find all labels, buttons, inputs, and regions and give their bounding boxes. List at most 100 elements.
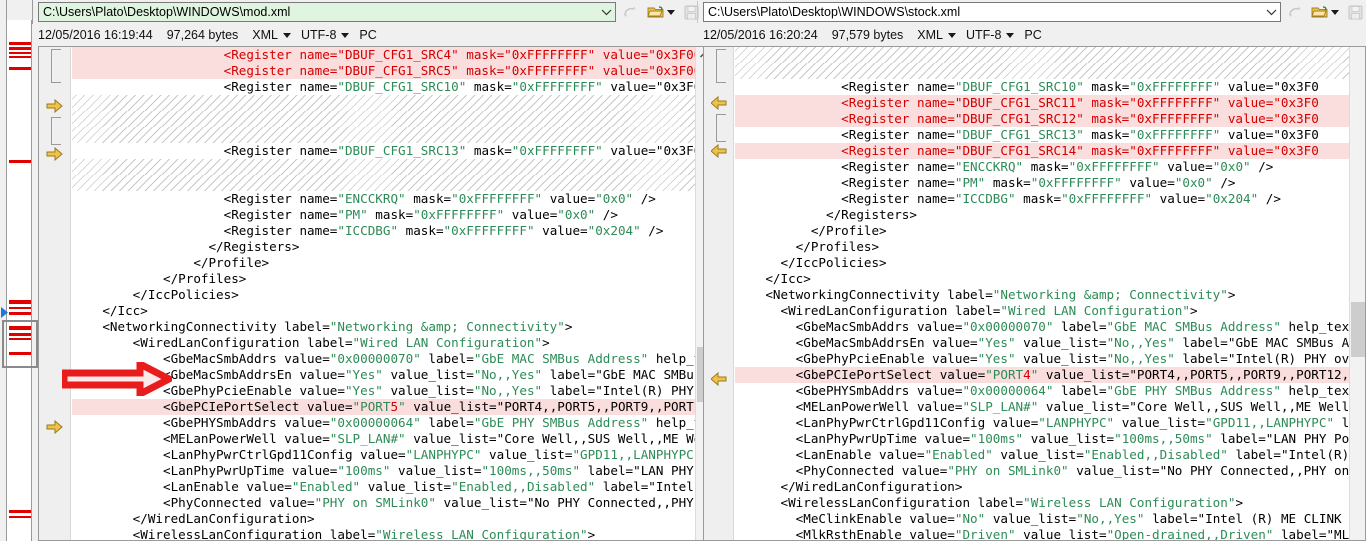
diff-overview-minimap[interactable] bbox=[2, 20, 38, 541]
code-line[interactable]: </WiredLanConfiguration> bbox=[72, 511, 711, 527]
chevron-down-icon[interactable] bbox=[598, 3, 615, 21]
left-diff-pane[interactable]: <Register name="DBUF_CFG1_SRC4" mask="0x… bbox=[38, 46, 712, 541]
code-line[interactable]: </WiredLanConfiguration> bbox=[735, 479, 1365, 495]
code-line[interactable]: <Register name="DBUF_CFG1_SRC12" mask="0… bbox=[735, 111, 1365, 127]
change-block-bracket-1 bbox=[716, 49, 726, 83]
right-file-path-combo[interactable]: C:\Users\Plato\Desktop\WINDOWS\stock.xml bbox=[703, 2, 1281, 22]
code-line[interactable]: </Profiles> bbox=[735, 239, 1365, 255]
divider bbox=[32, 0, 33, 24]
copy-change-arrow-3[interactable] bbox=[710, 371, 729, 387]
code-line[interactable]: <NetworkingConnectivity label="Networkin… bbox=[735, 287, 1365, 303]
missing-line-placeholder bbox=[72, 175, 711, 191]
code-line[interactable]: <Register name="DBUF_CFG1_SRC10" mask="0… bbox=[735, 79, 1365, 95]
right-scrollbar-thumb[interactable] bbox=[1351, 302, 1365, 357]
code-line[interactable]: <LanPhyPwrCtrlGpd11Config value="LANPHYP… bbox=[735, 415, 1365, 431]
code-line[interactable]: <GbeMacSmbAddrs value="0x00000070" label… bbox=[735, 319, 1365, 335]
code-line[interactable]: <LanEnable value="Enabled" value_list="E… bbox=[735, 447, 1365, 463]
left-save-icon[interactable] bbox=[681, 2, 701, 22]
code-line[interactable]: <LanPhyPwrUpTime value="100ms" value_lis… bbox=[735, 431, 1365, 447]
copy-change-arrow-3[interactable] bbox=[46, 419, 64, 435]
right-refresh-icon[interactable] bbox=[1285, 2, 1305, 22]
code-line[interactable]: <MlkRsthEnable value="Driven" value_list… bbox=[735, 527, 1365, 540]
code-line[interactable]: <LanEnable value="Enabled" value_list="E… bbox=[72, 479, 711, 495]
copy-change-arrow-1[interactable] bbox=[46, 98, 64, 114]
code-line[interactable]: <PhyConnected value="PHY on SMLink0" val… bbox=[72, 495, 711, 511]
code-line[interactable]: <LanPhyPwrUpTime value="100ms" value_lis… bbox=[72, 463, 711, 479]
right-code-area[interactable]: <Register name="DBUF_CFG1_SRC10" mask="0… bbox=[735, 47, 1365, 540]
code-line[interactable]: <Register name="DBUF_CFG1_SRC13" mask="0… bbox=[735, 127, 1365, 143]
right-file-format[interactable]: XML bbox=[917, 28, 956, 42]
minimap-diff-mark bbox=[9, 56, 31, 58]
right-save-icon[interactable] bbox=[1345, 2, 1365, 22]
code-line[interactable]: <Register name="PM" mask="0xFFFFFFFF" va… bbox=[72, 207, 711, 223]
right-open-dropdown-icon[interactable] bbox=[1328, 2, 1341, 22]
code-line[interactable]: <WirelessLanConfiguration label="Wireles… bbox=[735, 495, 1365, 511]
left-file-path-input[interactable]: C:\Users\Plato\Desktop\WINDOWS\mod.xml bbox=[39, 3, 598, 21]
code-line[interactable]: </IccPolicies> bbox=[72, 287, 711, 303]
code-line[interactable]: </Icc> bbox=[72, 303, 711, 319]
left-open-folder-icon[interactable] bbox=[646, 2, 666, 22]
code-line[interactable]: </Registers> bbox=[735, 207, 1365, 223]
chevron-down-icon[interactable] bbox=[283, 32, 291, 38]
chevron-down-icon[interactable] bbox=[341, 32, 350, 38]
left-file-format[interactable]: XML bbox=[252, 28, 291, 42]
left-refresh-icon[interactable] bbox=[620, 2, 640, 22]
code-line[interactable]: <Register name="DBUF_CFG1_SRC14" mask="0… bbox=[735, 143, 1365, 159]
code-line[interactable]: <GbeMacSmbAddrs value="0x00000070" label… bbox=[72, 351, 711, 367]
code-line[interactable]: </Profile> bbox=[735, 223, 1365, 239]
code-line[interactable]: <WiredLanConfiguration label="Wired LAN … bbox=[735, 303, 1365, 319]
left-file-encoding[interactable]: UTF-8 bbox=[301, 28, 350, 42]
code-line[interactable]: <Register name="ICCDBG" mask="0xFFFFFFFF… bbox=[72, 223, 711, 239]
code-line[interactable]: <GbeMacSmbAddrsEn value="Yes" value_list… bbox=[735, 335, 1365, 351]
code-line[interactable]: <Register name="DBUF_CFG1_SRC13" mask="0… bbox=[72, 143, 711, 159]
code-line[interactable]: <MeClinkEnable value="No" value_list="No… bbox=[735, 511, 1365, 527]
code-line[interactable]: <Register name="ENCCKRQ" mask="0xFFFFFFF… bbox=[72, 191, 711, 207]
code-line[interactable]: <MELanPowerWell value="SLP_LAN#" value_l… bbox=[72, 431, 711, 447]
code-line[interactable]: </IccPolicies> bbox=[735, 255, 1365, 271]
chevron-down-icon[interactable] bbox=[1006, 32, 1015, 38]
code-line[interactable]: <Register name="DBUF_CFG1_SRC5" mask="0x… bbox=[72, 63, 711, 79]
code-line[interactable]: <NetworkingConnectivity label="Networkin… bbox=[72, 319, 711, 335]
minimap-diff-mark bbox=[9, 160, 31, 163]
minimap-viewport-indicator[interactable] bbox=[2, 320, 38, 368]
copy-change-arrow-2[interactable] bbox=[710, 143, 729, 159]
right-file-path-input[interactable]: C:\Users\Plato\Desktop\WINDOWS\stock.xml bbox=[704, 3, 1263, 21]
left-gutter[interactable] bbox=[39, 47, 71, 540]
missing-line-placeholder bbox=[72, 127, 711, 143]
minimap-diff-mark bbox=[9, 510, 31, 513]
left-code-area[interactable]: <Register name="DBUF_CFG1_SRC4" mask="0x… bbox=[72, 47, 711, 540]
code-line[interactable]: <PhyConnected value="PHY on SMLink0" val… bbox=[735, 463, 1365, 479]
right-diff-pane[interactable]: <Register name="DBUF_CFG1_SRC10" mask="0… bbox=[703, 46, 1366, 541]
code-line[interactable]: <Register name="ENCCKRQ" mask="0xFFFFFFF… bbox=[735, 159, 1365, 175]
code-line[interactable]: <GbePCIePortSelect value="PORT4" value_l… bbox=[735, 367, 1365, 383]
code-line[interactable]: <GbePHYSmbAddrs value="0x00000064" label… bbox=[72, 415, 711, 431]
code-line[interactable]: <GbePhyPcieEnable value="Yes" value_list… bbox=[735, 351, 1365, 367]
code-line[interactable]: <WirelessLanConfiguration label="Wireles… bbox=[72, 527, 711, 540]
chevron-down-icon[interactable] bbox=[948, 32, 956, 38]
code-line[interactable]: </Icc> bbox=[735, 271, 1365, 287]
code-line[interactable]: <Register name="DBUF_CFG1_SRC11" mask="0… bbox=[735, 95, 1365, 111]
right-vertical-scrollbar[interactable] bbox=[1349, 47, 1365, 540]
code-line[interactable]: <Register name="PM" mask="0xFFFFFFFF" va… bbox=[735, 175, 1365, 191]
left-open-dropdown-icon[interactable] bbox=[664, 2, 677, 22]
code-line[interactable]: </Registers> bbox=[72, 239, 711, 255]
chevron-down-icon[interactable] bbox=[1263, 3, 1280, 21]
code-line[interactable]: </Profile> bbox=[72, 255, 711, 271]
code-line[interactable]: </Profiles> bbox=[72, 271, 711, 287]
code-line[interactable]: <Register name="ICCDBG" mask="0xFFFFFFFF… bbox=[735, 191, 1365, 207]
right-file-encoding[interactable]: UTF-8 bbox=[966, 28, 1015, 42]
code-line[interactable]: <GbePHYSmbAddrs value="0x00000064" label… bbox=[735, 383, 1365, 399]
code-line[interactable]: <MELanPowerWell value="SLP_LAN#" value_l… bbox=[735, 399, 1365, 415]
code-line[interactable]: <GbePhyPcieEnable value="Yes" value_list… bbox=[72, 383, 711, 399]
copy-change-arrow-1[interactable] bbox=[710, 95, 729, 111]
copy-change-arrow-2[interactable] bbox=[46, 146, 64, 162]
right-gutter[interactable] bbox=[704, 47, 734, 540]
left-file-path-combo[interactable]: C:\Users\Plato\Desktop\WINDOWS\mod.xml bbox=[38, 2, 616, 22]
code-line[interactable]: <Register name="DBUF_CFG1_SRC4" mask="0x… bbox=[72, 47, 711, 63]
code-line[interactable]: <GbePCIePortSelect value="PORT5" value_l… bbox=[72, 399, 711, 415]
code-line[interactable]: <Register name="DBUF_CFG1_SRC10" mask="0… bbox=[72, 79, 711, 95]
code-line[interactable]: <LanPhyPwrCtrlGpd11Config value="LANPHYP… bbox=[72, 447, 711, 463]
right-open-folder-icon[interactable] bbox=[1310, 2, 1330, 22]
code-line[interactable]: <WiredLanConfiguration label="Wired LAN … bbox=[72, 335, 711, 351]
code-line[interactable]: <GbeMacSmbAddrsEn value="Yes" value_list… bbox=[72, 367, 711, 383]
